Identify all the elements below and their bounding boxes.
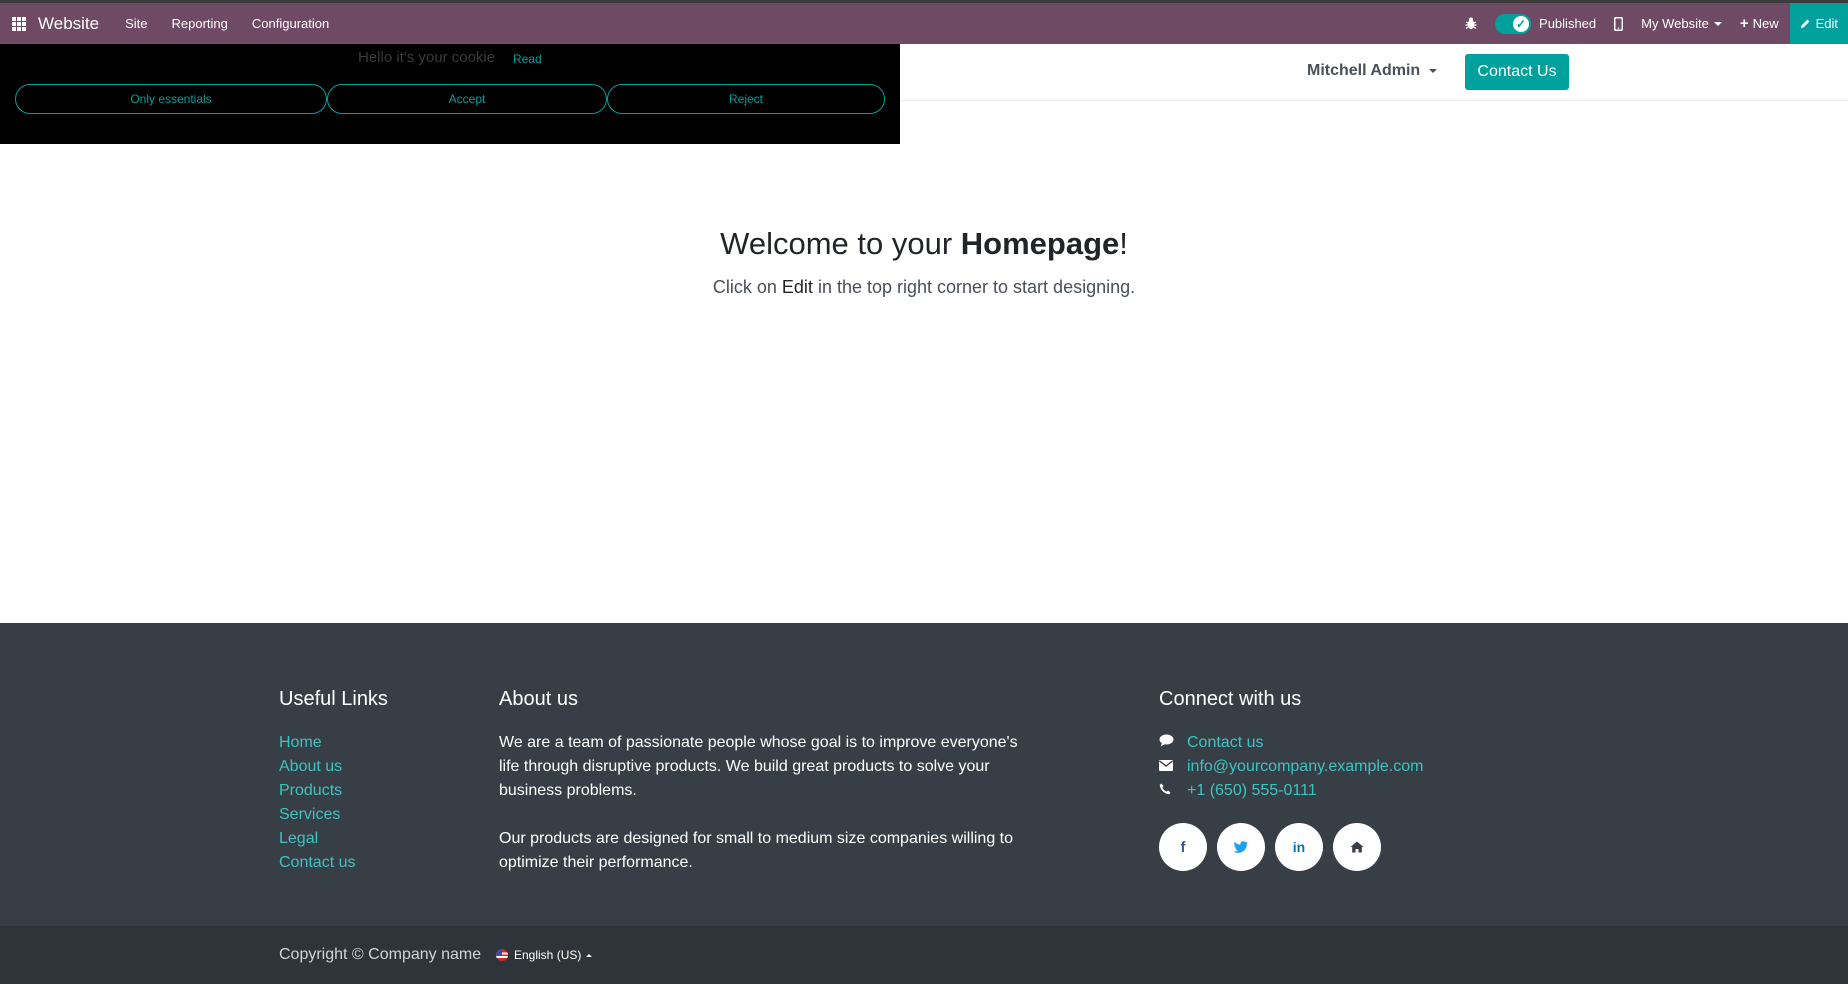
phone-icon [1159, 779, 1187, 803]
connect-email-link[interactable]: info@yourcompany.example.com [1159, 755, 1499, 779]
connect-contact-label: Contact us [1187, 734, 1264, 751]
footer-link-products[interactable]: Products [279, 779, 479, 803]
cookie-read-link[interactable]: Read [513, 52, 542, 66]
published-label: Published [1539, 16, 1597, 31]
app-brand[interactable]: Website [38, 3, 114, 44]
published-switch[interactable]: ✓ [1495, 13, 1532, 34]
publish-toggle[interactable]: ✓ Published [1486, 3, 1605, 44]
debug-button[interactable] [1456, 3, 1486, 44]
useful-links-section: Useful Links Home About us Products Serv… [279, 688, 479, 875]
website-selector-label: My Website [1641, 16, 1709, 31]
footer-link-contact-us[interactable]: Contact us [279, 851, 479, 875]
about-us-section: About us We are a team of passionate peo… [499, 688, 1029, 899]
apps-grid-icon [12, 16, 26, 31]
accept-button[interactable]: Accept [327, 84, 607, 114]
hero-title-suffix: ! [1119, 226, 1128, 261]
linkedin-icon[interactable]: in [1275, 823, 1323, 871]
footer-link-legal[interactable]: Legal [279, 827, 479, 851]
only-essentials-button[interactable]: Only essentials [15, 84, 327, 114]
hero-sub-suffix: in the top right corner to start designi… [812, 277, 1136, 297]
site-footer: Useful Links Home About us Products Serv… [0, 623, 1848, 926]
hero-title-prefix: Welcome to your [720, 226, 961, 261]
caret-down-icon [1429, 69, 1438, 73]
connect-contact-link[interactable]: Contact us [1159, 731, 1499, 755]
hero-sub-bold: Edit [781, 277, 813, 297]
connect-section: Connect with us Contact us info@yourcomp… [1159, 688, 1499, 871]
envelope-icon [1159, 755, 1187, 779]
mobile-preview-button[interactable] [1605, 3, 1632, 44]
reject-button[interactable]: Reject [607, 84, 885, 114]
social-links: f in [1159, 823, 1499, 871]
mobile-icon [1614, 16, 1624, 31]
cookie-consent-bar: Hello it's your cookie Read Only essenti… [0, 44, 900, 144]
contact-us-button[interactable]: Contact Us [1465, 54, 1569, 90]
home-icon[interactable] [1333, 823, 1381, 871]
hero-title: Welcome to your Homepage! [0, 226, 1848, 262]
admin-navbar: Website Site Reporting Configuration ✓ P… [0, 0, 1848, 44]
new-label: New [1752, 16, 1779, 31]
facebook-icon[interactable]: f [1159, 823, 1207, 871]
connect-email-label: info@yourcompany.example.com [1187, 758, 1424, 775]
user-name: Mitchell Admin [1307, 62, 1421, 79]
menu-configuration[interactable]: Configuration [240, 3, 341, 44]
hero-subtitle: Click on Edit in the top right corner to… [0, 277, 1848, 298]
language-selector[interactable]: English (US) [496, 948, 593, 962]
website-selector[interactable]: My Website [1632, 3, 1731, 44]
about-us-title: About us [499, 688, 578, 710]
caret-up-icon [586, 953, 593, 957]
footer-link-about-us[interactable]: About us [279, 755, 479, 779]
menu-site[interactable]: Site [113, 3, 159, 44]
us-flag-icon [496, 949, 508, 961]
connect-phone-label: +1 (650) 555-0111 [1187, 782, 1317, 799]
footer-link-services[interactable]: Services [279, 803, 479, 827]
apps-menu-button[interactable] [0, 3, 38, 44]
caret-down-icon [1713, 21, 1722, 26]
connect-phone-link[interactable]: +1 (650) 555-0111 [1159, 779, 1499, 803]
about-us-paragraph-1: We are a team of passionate people whose… [499, 734, 1018, 799]
footer-link-home[interactable]: Home [279, 731, 479, 755]
comment-icon [1159, 731, 1187, 755]
bug-icon [1465, 17, 1477, 29]
menu-reporting[interactable]: Reporting [160, 3, 240, 44]
hero-sub-prefix: Click on [712, 277, 782, 297]
connect-title: Connect with us [1159, 688, 1302, 710]
edit-label: Edit [1815, 16, 1838, 31]
new-content-button[interactable]: + New [1731, 3, 1788, 44]
edit-button[interactable]: Edit [1789, 3, 1848, 44]
copyright-text: Copyright © Company name [279, 946, 482, 963]
pencil-icon [1800, 19, 1810, 28]
hero-title-bold: Homepage [960, 226, 1120, 261]
plus-icon: + [1739, 15, 1749, 32]
language-label: English (US) [514, 948, 582, 962]
cookie-message: Hello it's your cookie [358, 49, 496, 66]
topbar-right: ✓ Published My Website + New Edit [1456, 3, 1848, 44]
about-us-paragraph-2: Our products are designed for small to m… [499, 830, 1014, 871]
user-menu[interactable]: Mitchell Admin [1307, 62, 1438, 80]
twitter-icon[interactable] [1217, 823, 1265, 871]
copyright-bar: Copyright © Company name English (US) [0, 926, 1848, 984]
check-icon: ✓ [1513, 15, 1530, 32]
useful-links-title: Useful Links [279, 688, 388, 710]
